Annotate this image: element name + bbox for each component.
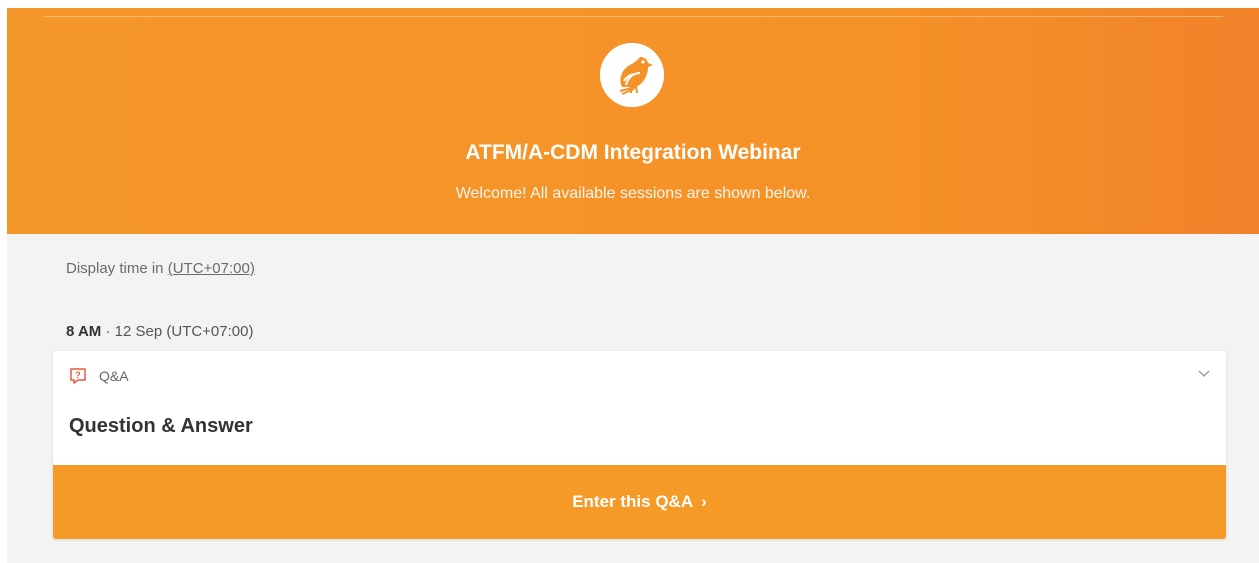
session-hour: 8 AM	[66, 323, 102, 340]
session-title: Question & Answer	[69, 415, 253, 437]
svg-text:?: ?	[75, 370, 81, 380]
event-header: ATFM/A-CDM Integration Webinar Welcome! …	[7, 8, 1259, 234]
event-title: ATFM/A-CDM Integration Webinar	[465, 141, 801, 164]
question-bubble-icon: ?	[69, 367, 87, 385]
enter-qa-button[interactable]: Enter this Q&A ›	[53, 465, 1226, 539]
bird-icon	[600, 43, 664, 107]
session-type-label: Q&A	[99, 368, 129, 384]
timezone-prefix: Display time in	[66, 260, 164, 277]
welcome-text: Welcome! All available sessions are show…	[455, 185, 811, 202]
timezone-link[interactable]: (UTC+07:00)	[168, 260, 255, 277]
page: ATFM/A-CDM Integration Webinar Welcome! …	[7, 8, 1259, 563]
session-date: 12 Sep (UTC+07:00)	[114, 323, 254, 340]
separator-dot: ·	[105, 323, 111, 340]
session-group-heading: 8 AM · 12 Sep (UTC+07:00)	[66, 323, 253, 340]
chevron-down-icon[interactable]	[1196, 365, 1212, 381]
timezone-selector: Display time in (UTC+07:00)	[66, 260, 255, 277]
session-card: ? Q&A Question & Answer Enter this Q&A ›	[53, 351, 1226, 539]
session-type: ? Q&A	[69, 367, 129, 385]
chevron-right-icon: ›	[701, 492, 707, 511]
header-divider	[43, 16, 1223, 17]
enter-qa-label: Enter this Q&A	[572, 492, 694, 511]
